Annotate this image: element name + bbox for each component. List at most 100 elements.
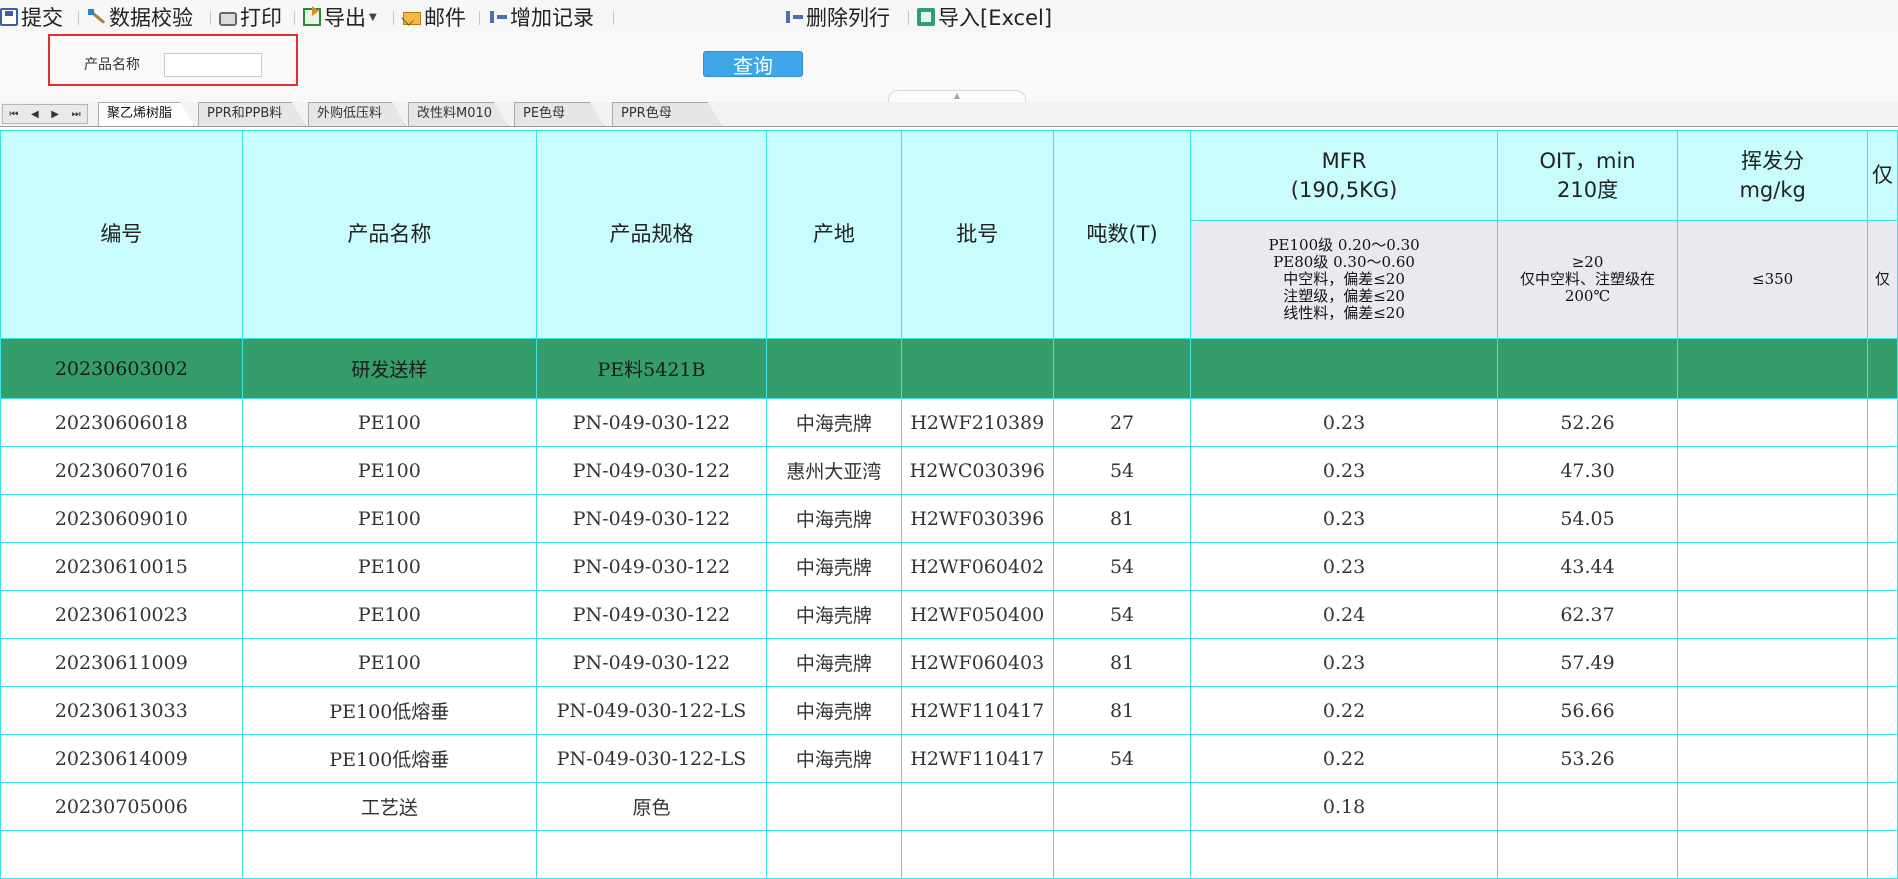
- cell-batch[interactable]: H2WF110417: [900, 686, 1054, 735]
- cell-extra[interactable]: [1866, 446, 1898, 495]
- cell-mfr[interactable]: 0.22: [1190, 734, 1498, 783]
- validate-button[interactable]: 数据校验: [88, 3, 193, 31]
- cell-id[interactable]: 20230613033: [0, 686, 243, 735]
- table-row-selected[interactable]: 20230603002 研发送样 PE料5421B: [0, 338, 1898, 399]
- cell-name[interactable]: PE100: [241, 590, 538, 639]
- tab-polyethylene-resin[interactable]: 聚乙烯树脂: [98, 102, 194, 126]
- cell-name[interactable]: PE100: [241, 494, 538, 543]
- prev-sheet-icon[interactable]: ◀: [31, 109, 39, 120]
- cell-origin[interactable]: 中海壳牌: [765, 590, 902, 639]
- next-sheet-icon[interactable]: ▶: [51, 109, 59, 120]
- cell-batch[interactable]: H2WF060403: [900, 638, 1054, 687]
- import-excel-button[interactable]: 导入[Excel]: [917, 3, 1052, 31]
- tab-purchased-hdpe[interactable]: 外购低压料: [308, 102, 406, 126]
- cell-mfr[interactable]: 0.23: [1190, 446, 1498, 495]
- cell-spec[interactable]: PN-049-030-122: [536, 446, 767, 495]
- cell-name[interactable]: PE100: [241, 542, 538, 591]
- cell-mfr[interactable]: 0.23: [1190, 398, 1498, 447]
- mail-button[interactable]: 邮件: [403, 3, 466, 31]
- cell-vol[interactable]: [1677, 338, 1868, 399]
- cell-mfr[interactable]: [1190, 830, 1498, 879]
- cell-id[interactable]: 20230606018: [0, 398, 243, 447]
- cell-origin[interactable]: [765, 338, 902, 399]
- cell-oit[interactable]: 57.49: [1496, 638, 1679, 687]
- table-row[interactable]: 20230610023 PE100 PN-049-030-122 中海壳牌 H2WF05…: [0, 590, 1898, 639]
- table-row[interactable]: 20230610015 PE100 PN-049-030-122 中海壳牌 H2WF06…: [0, 542, 1898, 591]
- cell-name[interactable]: PE100: [241, 638, 538, 687]
- first-sheet-icon[interactable]: ⏮: [9, 109, 18, 120]
- cell-tons[interactable]: 54: [1052, 590, 1192, 639]
- cell-mfr[interactable]: 0.22: [1190, 686, 1498, 735]
- cell-vol[interactable]: [1677, 590, 1868, 639]
- table-row[interactable]: 20230607016 PE100 PN-049-030-122 惠州大亚湾 H2WC0…: [0, 446, 1898, 495]
- cell-batch[interactable]: [900, 782, 1054, 831]
- cell-tons[interactable]: [1052, 782, 1192, 831]
- cell-batch[interactable]: H2WF050400: [900, 590, 1054, 639]
- tab-ppr-ppb[interactable]: PPR和PPB料: [198, 102, 306, 126]
- last-sheet-icon[interactable]: ⏭: [72, 109, 81, 120]
- cell-tons[interactable]: 81: [1052, 638, 1192, 687]
- cell-origin[interactable]: 中海壳牌: [765, 542, 902, 591]
- cell-oit[interactable]: [1496, 338, 1679, 399]
- cell-spec[interactable]: PN-049-030-122: [536, 542, 767, 591]
- cell-oit[interactable]: 52.26: [1496, 398, 1679, 447]
- cell-batch[interactable]: H2WC030396: [900, 446, 1054, 495]
- cell-extra[interactable]: [1866, 542, 1898, 591]
- cell-tons[interactable]: [1052, 338, 1192, 399]
- cell-origin[interactable]: 中海壳牌: [765, 734, 902, 783]
- cell-oit[interactable]: 53.26: [1496, 734, 1679, 783]
- cell-vol[interactable]: [1677, 638, 1868, 687]
- cell-batch[interactable]: [900, 830, 1054, 879]
- cell-extra[interactable]: [1866, 782, 1898, 831]
- cell-mfr[interactable]: 0.23: [1190, 638, 1498, 687]
- tab-ppr-masterbatch[interactable]: PPR色母: [612, 102, 722, 126]
- table-row[interactable]: [0, 830, 1898, 879]
- cell-oit[interactable]: 54.05: [1496, 494, 1679, 543]
- cell-extra[interactable]: [1866, 686, 1898, 735]
- cell-vol[interactable]: [1677, 734, 1868, 783]
- cell-oit[interactable]: 47.30: [1496, 446, 1679, 495]
- cell-vol[interactable]: [1677, 830, 1868, 879]
- cell-spec[interactable]: PN-049-030-122: [536, 398, 767, 447]
- tab-pe-masterbatch[interactable]: PE色母: [514, 102, 604, 126]
- export-button[interactable]: 导出 ▼: [303, 3, 377, 31]
- cell-name[interactable]: [241, 830, 538, 879]
- cell-tons[interactable]: 81: [1052, 686, 1192, 735]
- cell-id[interactable]: 20230610023: [0, 590, 243, 639]
- cell-spec[interactable]: 原色: [536, 782, 767, 831]
- cell-mfr[interactable]: 0.24: [1190, 590, 1498, 639]
- cell-name[interactable]: 研发送样: [241, 338, 538, 399]
- cell-spec[interactable]: [536, 830, 767, 879]
- cell-id[interactable]: 20230610015: [0, 542, 243, 591]
- cell-origin[interactable]: 中海壳牌: [765, 686, 902, 735]
- cell-tons[interactable]: 27: [1052, 398, 1192, 447]
- cell-origin[interactable]: [765, 830, 902, 879]
- cell-batch[interactable]: H2WF210389: [900, 398, 1054, 447]
- product-name-input[interactable]: [164, 53, 262, 77]
- cell-mfr[interactable]: 0.23: [1190, 494, 1498, 543]
- cell-extra[interactable]: [1866, 398, 1898, 447]
- cell-vol[interactable]: [1677, 542, 1868, 591]
- cell-mfr[interactable]: 0.18: [1190, 782, 1498, 831]
- cell-vol[interactable]: [1677, 494, 1868, 543]
- cell-oit[interactable]: 56.66: [1496, 686, 1679, 735]
- cell-tons[interactable]: 54: [1052, 542, 1192, 591]
- cell-extra[interactable]: [1866, 494, 1898, 543]
- cell-vol[interactable]: [1677, 782, 1868, 831]
- cell-extra[interactable]: [1866, 590, 1898, 639]
- print-button[interactable]: 打印: [219, 3, 282, 31]
- cell-id[interactable]: 20230609010: [0, 494, 243, 543]
- cell-spec[interactable]: PN-049-030-122: [536, 590, 767, 639]
- cell-tons[interactable]: 54: [1052, 734, 1192, 783]
- add-record-button[interactable]: 增加记录: [489, 3, 594, 31]
- cell-oit[interactable]: 62.37: [1496, 590, 1679, 639]
- cell-tons[interactable]: 54: [1052, 446, 1192, 495]
- cell-spec[interactable]: PN-049-030-122: [536, 638, 767, 687]
- cell-id[interactable]: 20230603002: [0, 338, 243, 399]
- cell-origin[interactable]: [765, 782, 902, 831]
- cell-vol[interactable]: [1677, 446, 1868, 495]
- cell-extra[interactable]: [1866, 638, 1898, 687]
- delete-row-button[interactable]: 删除列行: [785, 3, 890, 31]
- cell-spec[interactable]: PN-049-030-122: [536, 494, 767, 543]
- cell-batch[interactable]: H2WF060402: [900, 542, 1054, 591]
